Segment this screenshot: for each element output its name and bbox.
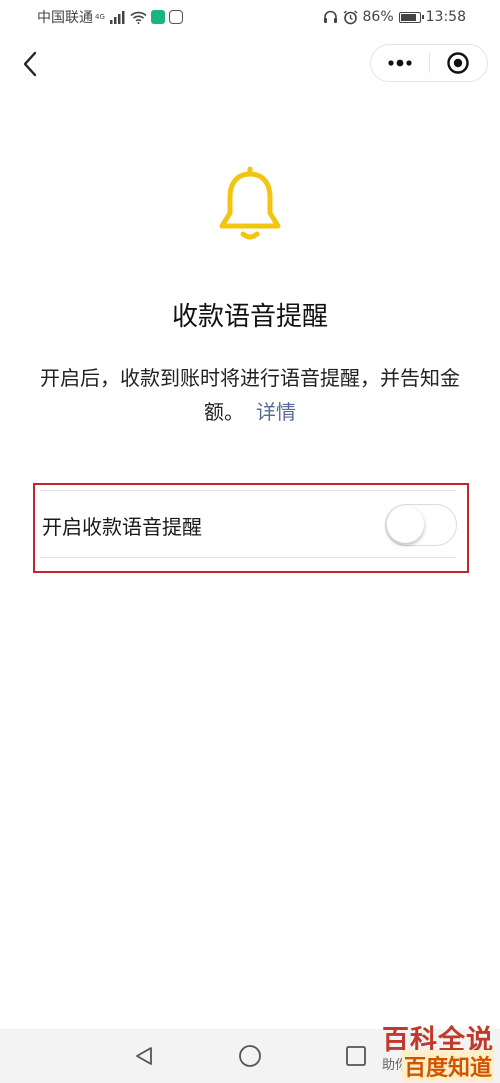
description: 开启后，收款到账时将进行语音提醒，并告知金额。 详情 (40, 361, 460, 429)
network-type: 4G (95, 13, 105, 21)
toggle-knob (387, 506, 424, 543)
wifi-icon (130, 11, 147, 24)
page-title: 收款语音提醒 (171, 302, 328, 332)
battery-percent: 86% (362, 9, 394, 25)
battery-icon (398, 11, 424, 23)
app-notification-icon (168, 10, 183, 24)
watermark-sub: 百度知道 (401, 1050, 494, 1082)
details-link[interactable]: 详情 (256, 400, 296, 424)
system-home-button[interactable] (220, 1029, 280, 1083)
back-triangle-icon (136, 1047, 152, 1065)
voice-reminder-toggle[interactable] (385, 504, 457, 546)
clock: 13:58 (425, 9, 466, 25)
status-right: 86% 13:58 (323, 8, 466, 26)
app-notification-icon (150, 10, 165, 24)
more-button[interactable] (371, 45, 429, 81)
target-circle-icon (447, 52, 469, 74)
bell-icon (219, 166, 281, 240)
chevron-left-icon (23, 51, 37, 77)
mini-program-capsule (370, 44, 488, 82)
recents-square-icon (346, 1046, 366, 1066)
back-button[interactable] (14, 48, 46, 80)
signal-icon (109, 10, 125, 24)
setting-label: 开启收款语音提醒 (42, 515, 202, 539)
carrier-name: 中国联通 (37, 10, 93, 26)
headset-icon (323, 10, 337, 23)
system-back-button[interactable] (114, 1029, 174, 1083)
home-circle-icon (239, 1045, 261, 1067)
battery-level-fill (400, 13, 416, 21)
status-bar: 中国联通 4G 86% 13:58 (0, 0, 500, 34)
status-left: 中国联通 4G (37, 8, 183, 26)
more-dots-icon (388, 59, 412, 67)
close-button[interactable] (429, 45, 487, 81)
description-text: 开启后，收款到账时将进行语音提醒，并告知金额。 (40, 366, 460, 424)
voice-reminder-setting-row: 开启收款语音提醒 (40, 490, 457, 558)
watermark: 百科全说 助你 百度知道 (372, 1018, 498, 1082)
alarm-icon (343, 9, 357, 24)
